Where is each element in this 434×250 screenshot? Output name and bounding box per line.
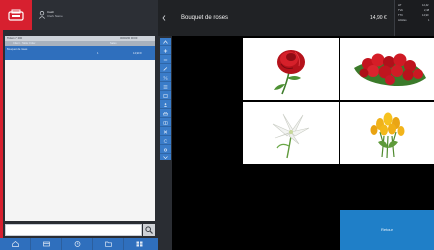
close-icon xyxy=(163,130,168,134)
product-tile-red-rose[interactable] xyxy=(243,38,339,100)
total-value: 12,42 xyxy=(422,4,429,7)
bottom-button-home[interactable] xyxy=(0,238,31,250)
product-price: 14,90 € xyxy=(370,15,387,21)
total-label: TTC xyxy=(398,14,404,17)
order-client: Client · Table Order xyxy=(13,42,36,45)
plus-icon xyxy=(163,49,168,53)
percent-icon xyxy=(163,76,168,80)
person-icon xyxy=(163,103,168,107)
back-icon[interactable] xyxy=(162,15,166,21)
user-subtitle: Clerk Name xyxy=(47,14,63,18)
chevron-down-icon xyxy=(163,156,168,159)
tool-button-split[interactable] xyxy=(160,119,171,127)
product-tile-yellow-tulips[interactable] xyxy=(340,102,434,164)
tool-button-settings[interactable] xyxy=(160,146,171,154)
tool-button-discount[interactable] xyxy=(160,74,171,82)
bottom-button-card[interactable] xyxy=(31,238,62,250)
tool-button-down[interactable] xyxy=(160,155,171,160)
grid-icon xyxy=(136,241,143,247)
order-sales: Sales xyxy=(110,42,117,45)
tool-button-cancel[interactable] xyxy=(160,128,171,136)
order-line-qty: 1 xyxy=(97,52,99,55)
search-icon xyxy=(145,226,153,234)
split-icon xyxy=(163,121,168,125)
total-value: 14,90 xyxy=(422,14,429,17)
search-button[interactable] xyxy=(143,224,155,236)
tool-button-list[interactable] xyxy=(160,83,171,91)
product-title: Bouquet de roses xyxy=(181,15,229,21)
pencil-icon xyxy=(163,67,168,71)
tool-button-remove[interactable] xyxy=(160,56,171,64)
order-line-title: Bouquet de roses xyxy=(7,48,28,51)
logo-icon xyxy=(8,9,24,21)
product-tile-rose-bouquet[interactable] xyxy=(340,38,434,100)
tool-button-edit[interactable] xyxy=(160,65,171,73)
yellow-tulips-image xyxy=(370,112,405,159)
total-label: HT xyxy=(398,4,402,7)
tool-button-note[interactable] xyxy=(160,92,171,100)
tool-button-print[interactable] xyxy=(160,110,171,118)
home-icon xyxy=(12,241,19,247)
order-number: Ticket n° 000 xyxy=(7,37,23,40)
clock-icon xyxy=(74,241,81,247)
total-value: 2,48 xyxy=(424,9,430,12)
note-icon xyxy=(163,94,168,98)
product-tile-white-lily[interactable] xyxy=(243,102,339,164)
accent-strip xyxy=(0,30,3,248)
refresh-icon xyxy=(163,139,168,143)
minus-icon xyxy=(163,59,168,61)
total-value: 1 xyxy=(428,19,430,22)
search-input[interactable] xyxy=(5,224,142,236)
totals-panel: HT 12,42 TVA 2,48 TTC 14,90 Articles 1 xyxy=(394,0,434,36)
white-lily-image xyxy=(272,113,310,159)
rose-bouquet-image xyxy=(354,53,426,86)
tool-button-user[interactable] xyxy=(160,101,171,109)
total-label: TVA xyxy=(398,9,403,12)
bottom-button-grid[interactable] xyxy=(124,238,158,250)
order-line-price: 14,90 € xyxy=(133,52,142,55)
red-rose-image xyxy=(274,50,305,95)
gear-icon xyxy=(163,148,168,152)
order-line[interactable]: Bouquet de roses 1 14,90 € xyxy=(5,46,155,60)
printer-icon xyxy=(163,112,168,116)
bottom-button-clock[interactable] xyxy=(62,238,93,250)
user-icon[interactable] xyxy=(39,11,45,19)
return-button[interactable]: Retour xyxy=(340,210,434,250)
order-date: 00/00/00 00:00 xyxy=(120,37,138,40)
tool-button-up[interactable] xyxy=(160,38,171,46)
return-button-label: Retour xyxy=(380,227,393,232)
total-label: Articles xyxy=(398,19,407,22)
bottom-button-folder[interactable] xyxy=(93,238,124,250)
folder-icon xyxy=(105,241,112,247)
tool-button-refresh[interactable] xyxy=(160,137,171,145)
order-panel: Ticket n° 000 00/00/00 00:00 Client · Ta… xyxy=(5,36,155,221)
tool-button-add[interactable] xyxy=(160,47,171,55)
logo-tab[interactable] xyxy=(0,0,32,30)
chevron-up-icon xyxy=(163,40,168,44)
card-icon xyxy=(43,241,50,247)
list-icon xyxy=(163,85,168,89)
